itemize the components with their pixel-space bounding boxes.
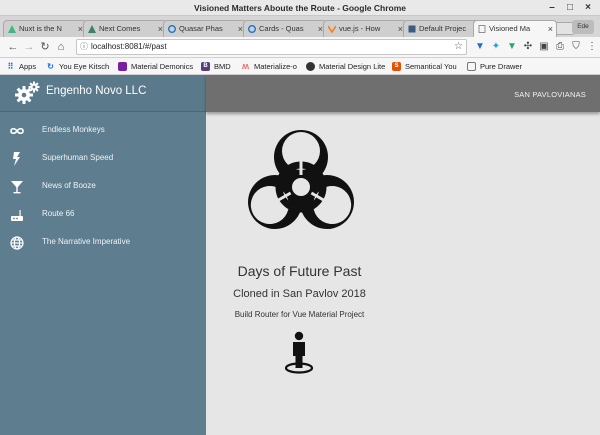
sidebar-item-label: The Narrative Imperative: [42, 237, 131, 246]
su-icon: S: [392, 62, 401, 71]
biohazard-icon: [248, 130, 354, 229]
m-icon: ʍ: [241, 61, 249, 71]
nuxt-favicon-icon: [8, 25, 16, 33]
url-text: localhost:8081/#/past: [91, 42, 167, 51]
bookmark-star-icon[interactable]: ☆: [454, 40, 463, 54]
quasar-favicon-icon: [168, 25, 176, 33]
vue-favicon-icon: [328, 25, 336, 33]
main-content: SAN PAVLOVIANAS Days of Future Past Clon…: [206, 75, 600, 435]
vue-extension-icon[interactable]: ▼: [506, 41, 518, 53]
bookmark-bmd[interactable]: B BMD: [201, 60, 231, 73]
page-caption: Build Router for Vue Material Project: [234, 310, 365, 319]
bookmark-apps[interactable]: ⠿ Apps: [6, 60, 37, 73]
bookmark-semantical-you[interactable]: S Semantical You: [392, 60, 457, 73]
maximize-icon[interactable]: □: [564, 2, 576, 14]
tab-label: Nuxt is the N: [19, 24, 62, 33]
bookmark-pure-drawer[interactable]: Pure Drawer: [467, 60, 522, 73]
screenshot-icon[interactable]: ⎙: [554, 41, 566, 53]
reload-icon[interactable]: ↻: [38, 40, 52, 54]
sidebar: Engenho Novo LLC Endless Monkeys Superhu…: [0, 75, 206, 435]
browser-tab[interactable]: Cards - Quas ×: [243, 20, 327, 37]
app-viewport: Engenho Novo LLC Endless Monkeys Superhu…: [0, 75, 600, 435]
vue-devtools-icon[interactable]: ▼: [474, 41, 486, 53]
sidebar-item-route-66[interactable]: Route 66: [0, 201, 206, 229]
bookmark-material-demonics[interactable]: Material Demonics: [118, 60, 193, 73]
sidebar-item-label: Route 66: [42, 209, 75, 218]
b-icon: B: [201, 62, 210, 71]
page-favicon-icon: [478, 25, 486, 33]
sidebar-item-label: Endless Monkeys: [42, 125, 105, 134]
globe-icon: [10, 236, 24, 250]
tab-label: Cards - Quas: [259, 24, 304, 33]
material-icon: [118, 62, 127, 71]
infinity-icon: [10, 127, 24, 135]
bookmark-materialize[interactable]: ʍ Materialize-o: [241, 60, 297, 73]
tab-strip: Nuxt is the N × Next Comes × Quasar Phas…: [0, 16, 600, 37]
gears-icon: [15, 81, 40, 104]
page-subtitle: Cloned in San Pavlov 2018: [233, 288, 366, 300]
url-field[interactable]: ⓘ localhost:8081/#/past ☆: [76, 39, 467, 55]
cocktail-icon: [11, 181, 23, 194]
home-icon[interactable]: ⌂: [54, 40, 68, 54]
sidebar-item-label: Superhuman Speed: [42, 153, 114, 162]
window-title: Visioned Matters Aboute the Route - Goog…: [193, 3, 407, 13]
bookmark-mdl[interactable]: Material Design Lite: [306, 60, 385, 73]
sidebar-header: Engenho Novo LLC: [0, 75, 206, 112]
tab-label: Next Comes: [99, 24, 141, 33]
doc-icon: [467, 62, 476, 71]
twitter-icon[interactable]: ✦: [490, 41, 502, 53]
forward-icon[interactable]: →: [22, 40, 36, 54]
project-favicon-icon: [408, 25, 416, 33]
minimize-icon[interactable]: –: [546, 2, 558, 14]
mdl-icon: [306, 62, 315, 71]
tab-label: Quasar Phas: [179, 24, 223, 33]
sidebar-title: Engenho Novo LLC: [46, 85, 147, 97]
sidebar-item-news-of-booze[interactable]: News of Booze: [0, 173, 206, 201]
back-icon[interactable]: ←: [6, 40, 20, 54]
refresh-icon: ↻: [47, 62, 54, 71]
tab-label: Visioned Ma: [489, 24, 531, 33]
tab-label: Default Projec: [419, 24, 467, 33]
router-icon: [11, 210, 23, 221]
browser-tab[interactable]: Next Comes ×: [83, 20, 167, 37]
browser-tab-active[interactable]: Visioned Ma ×: [473, 20, 557, 37]
sidebar-item-superhuman-speed[interactable]: Superhuman Speed: [0, 145, 206, 173]
image-icon[interactable]: ▣: [538, 41, 550, 53]
browser-tab[interactable]: Nuxt is the N ×: [3, 20, 87, 37]
sidebar-item-endless-monkeys[interactable]: Endless Monkeys: [0, 117, 206, 145]
shield-icon[interactable]: ⛉: [570, 41, 582, 53]
profile-button[interactable]: Ede: [572, 20, 594, 34]
address-bar: ← → ↻ ⌂ ⓘ localhost:8081/#/past ☆ ▼ ✦ ▼ …: [0, 37, 600, 58]
menu-icon[interactable]: ⋮: [586, 41, 598, 53]
app-toolbar: SAN PAVLOVIANAS: [206, 75, 600, 112]
sidebar-item-label: News of Booze: [42, 181, 96, 190]
nuxt-favicon-icon: [88, 25, 96, 33]
page-title: Days of Future Past: [237, 263, 362, 279]
bookmarks-bar: ⠿ Apps ↻ You Eye Kitsch Material Demonic…: [0, 58, 600, 75]
window-title-bar: Visioned Matters Aboute the Route - Goog…: [0, 0, 600, 16]
person-pin-icon[interactable]: [282, 330, 316, 374]
bookmark-you-eye-kitsch[interactable]: ↻ You Eye Kitsch: [46, 60, 109, 73]
puzzle-icon[interactable]: ✣: [522, 41, 534, 53]
tab-close-icon[interactable]: ×: [548, 21, 553, 37]
browser-tab[interactable]: Quasar Phas ×: [163, 20, 247, 37]
quasar-favicon-icon: [248, 25, 256, 33]
close-window-icon[interactable]: ×: [582, 2, 594, 14]
lightning-icon: [13, 152, 20, 166]
sidebar-item-narrative-imperative[interactable]: The Narrative Imperative: [0, 229, 206, 257]
browser-tab[interactable]: vue.js - How ×: [323, 20, 407, 37]
apps-grid-icon: ⠿: [7, 62, 14, 71]
site-info-icon[interactable]: ⓘ: [80, 40, 88, 54]
tab-label: vue.js - How: [339, 24, 381, 33]
user-name[interactable]: SAN PAVLOVIANAS: [514, 90, 586, 99]
